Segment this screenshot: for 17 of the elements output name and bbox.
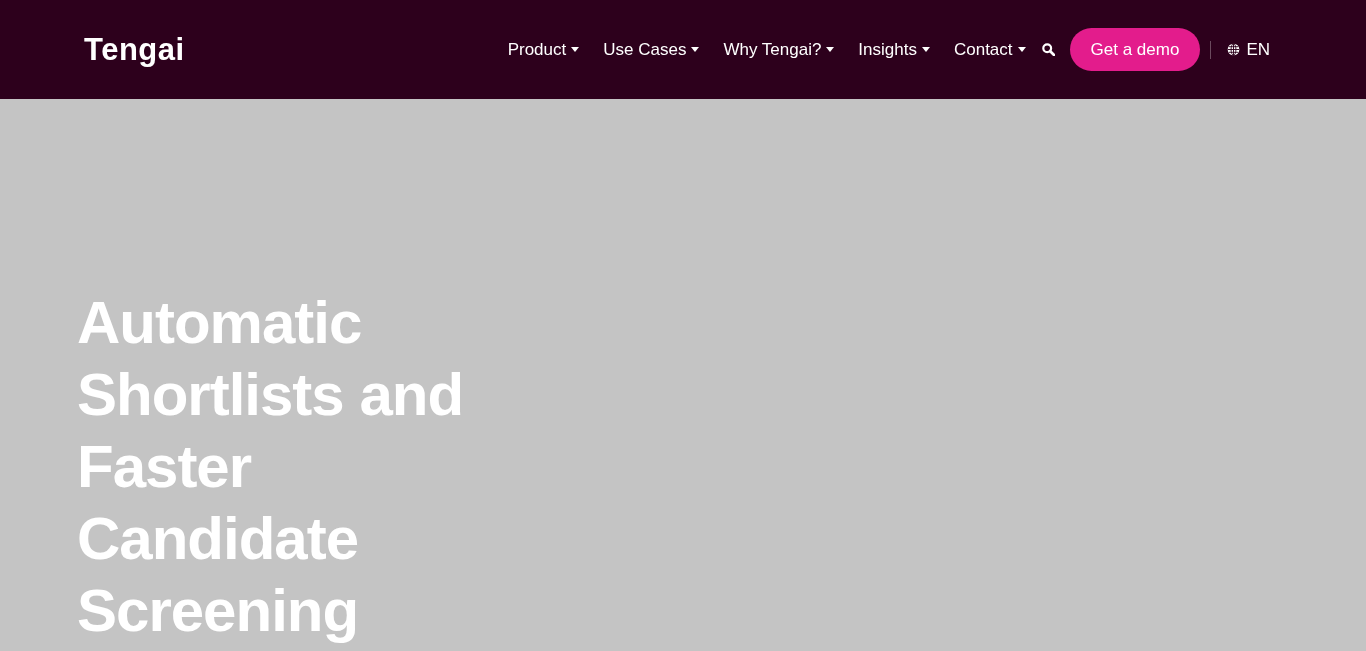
get-demo-button[interactable]: Get a demo xyxy=(1069,28,1201,71)
nav-menu-item[interactable]: Product xyxy=(507,36,580,63)
nav-menu-item[interactable]: Why Tengai? xyxy=(723,36,835,63)
globe-icon xyxy=(1227,43,1241,56)
language-selector[interactable]: EN xyxy=(1227,36,1270,63)
caret-icon xyxy=(826,47,835,52)
caret-icon xyxy=(1017,47,1026,52)
search-button[interactable] xyxy=(1041,43,1055,56)
caret-icon xyxy=(691,47,700,52)
hero-heading: Automatic Shortlists and Faster Candidate Screening xyxy=(77,288,465,646)
search-icon xyxy=(1041,43,1055,56)
logo[interactable]: Tengai xyxy=(84,34,185,65)
caret-icon xyxy=(571,47,580,52)
caret-icon xyxy=(921,47,930,52)
nav-menu-item[interactable]: Use Cases xyxy=(603,36,700,63)
nav-menu-item[interactable]: Insights xyxy=(858,36,930,63)
nav-menu-item[interactable]: Contact xyxy=(953,36,1026,63)
